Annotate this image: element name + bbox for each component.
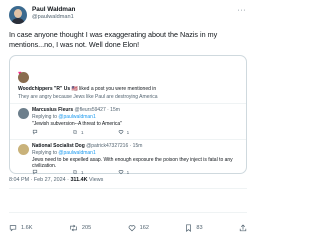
action-bar: 1.6K 205 162 83	[9, 224, 247, 232]
replying-to: Replying to @paulwaldman1	[32, 114, 96, 120]
more-icon[interactable]: ···	[238, 7, 247, 14]
post-text: In case anyone thought I was exaggeratin…	[9, 30, 218, 49]
divider	[10, 103, 246, 104]
like-icon	[118, 130, 123, 135]
divider	[9, 212, 247, 213]
reply-text: Jews need to be expelled asap. With enou…	[32, 157, 233, 169]
like-count: 1	[126, 169, 130, 175]
retweet-icon	[70, 224, 77, 232]
reply-stat-like: 1	[118, 169, 130, 175]
post-meta: 8:04 PM · Feb 27, 2024 · 311.4K Views	[9, 177, 103, 183]
replying-to-handle: @paulwaldman1	[58, 114, 96, 120]
liker-name: Woodchippers "R" Us	[18, 86, 71, 92]
retweet-count: 1	[81, 129, 84, 135]
reply-stat-like: 1	[118, 129, 130, 135]
bookmark-icon	[186, 224, 192, 232]
like-button[interactable]: 162	[128, 224, 149, 232]
embedded-screenshot[interactable]: ♥ Woodchippers "R" Us 🇺🇸 liked a post yo…	[9, 55, 247, 175]
bookmark-count: 83	[196, 225, 203, 231]
views-label: Views	[89, 177, 104, 183]
reply-stat-retweet: 1	[72, 169, 84, 175]
reply-button[interactable]: 1.6K	[9, 224, 33, 232]
reply-icon	[32, 169, 38, 175]
reply-count: 1.6K	[21, 225, 33, 231]
reply-author-handle: @fleurs59427 · 15m	[74, 107, 120, 113]
bookmark-button[interactable]: 83	[185, 224, 203, 232]
reply-avatar	[18, 108, 29, 119]
views-count: 311.4K	[70, 177, 88, 183]
liker-action: liked a post you were mentioned in	[79, 86, 157, 92]
reply-stat-retweet: 1	[72, 129, 84, 135]
reply-icon	[9, 225, 17, 232]
reply-author-name: Marcusius Fleurs	[32, 107, 74, 113]
retweet-icon	[73, 130, 77, 134]
like-icon	[128, 225, 135, 232]
post-timestamp[interactable]: 8:04 PM · Feb 27, 2024 ·	[9, 177, 70, 183]
reply-header: National Socialist Dog @patrick47327216 …	[32, 143, 242, 149]
liker-line: Woodchippers "R" Us 🇺🇸 liked a post you …	[18, 86, 243, 92]
divider	[9, 188, 247, 189]
reply-author-handle: @patrick47327216 · 15m	[86, 143, 143, 149]
repost-button[interactable]: 205	[69, 224, 91, 232]
liker-flags: 🇺🇸	[71, 86, 78, 92]
author-handle[interactable]: @paulwaldman1	[32, 14, 74, 20]
author-avatar[interactable]	[9, 6, 27, 24]
replying-to-prefix: Replying to	[32, 150, 59, 156]
divider	[10, 139, 246, 140]
reply-author-name: National Socialist Dog	[32, 143, 85, 149]
liked-post-text: They are angry because Jews like Paul ar…	[18, 94, 158, 100]
reply-header: Marcusius Fleurs @fleurs59427 · 15m	[32, 107, 242, 113]
replying-to-handle: @paulwaldman1	[58, 150, 96, 156]
like-count: 162	[139, 225, 149, 231]
reply-avatar	[18, 144, 29, 155]
repost-count: 205	[81, 225, 92, 231]
retweet-icon	[73, 170, 77, 174]
reply-stat-reply	[32, 169, 38, 175]
liker-avatar	[18, 72, 29, 83]
reply-stats: 1 1	[32, 169, 182, 175]
author-name[interactable]: Paul Waldman	[32, 6, 75, 13]
reply-icon	[32, 129, 38, 135]
like-icon	[118, 170, 123, 175]
reply-stat-reply	[32, 129, 38, 135]
reply-stats: 1 1	[32, 129, 182, 135]
share-button[interactable]	[239, 224, 247, 232]
replying-to-prefix: Replying to	[32, 114, 59, 120]
replying-to: Replying to @paulwaldman1	[32, 150, 96, 156]
share-icon	[239, 224, 247, 232]
like-count: 1	[126, 129, 130, 135]
reply-text: "Jewish subversion--A threat to America"	[32, 121, 122, 127]
retweet-count: 1	[81, 169, 84, 175]
